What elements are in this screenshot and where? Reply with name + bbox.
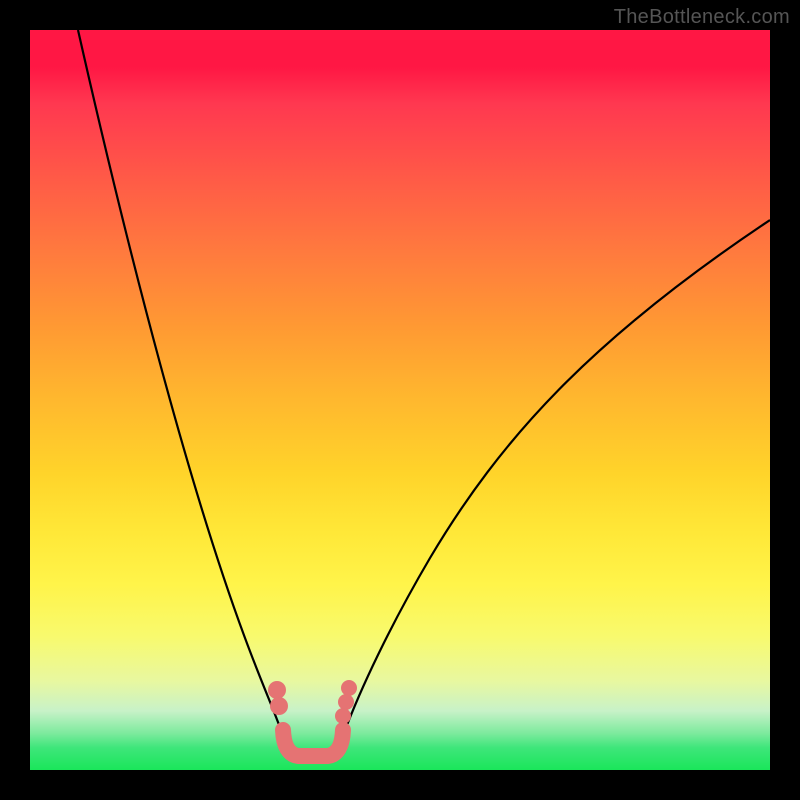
- right-bump-upper: [341, 680, 357, 696]
- right-bump-lower: [335, 708, 351, 724]
- chart-svg: [30, 30, 770, 770]
- left-bump-upper: [268, 681, 286, 699]
- right-curve: [344, 220, 770, 733]
- chart-frame: [30, 30, 770, 770]
- left-bump-lower: [270, 697, 288, 715]
- baseline-optimal-region: [283, 730, 343, 756]
- left-curve: [78, 30, 282, 733]
- watermark-text: TheBottleneck.com: [614, 6, 790, 29]
- right-bump-mid: [338, 694, 354, 710]
